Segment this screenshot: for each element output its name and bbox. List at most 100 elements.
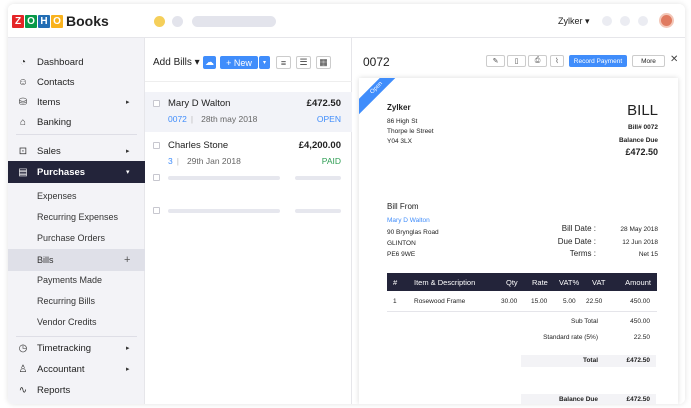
bill-number-label: Bill# 0072 <box>628 124 658 131</box>
row-checkbox[interactable] <box>153 207 160 214</box>
item-description: Rosewood Frame <box>414 298 466 305</box>
row-checkbox[interactable] <box>153 142 160 149</box>
more-button[interactable]: More <box>632 55 665 67</box>
std-rate-label: Standard rate (5%) <box>543 334 598 341</box>
reports-icon: ∿ <box>18 384 28 396</box>
edit-icon[interactable]: ✎ <box>486 55 505 67</box>
zoho-books-logo[interactable]: Z O H O Books <box>12 13 109 29</box>
sub-total-label: Sub Total <box>571 318 598 325</box>
vendor-address-line: PE6 9WE <box>387 251 416 258</box>
bill-meta: 0072 | 28th may 2018 <box>168 114 258 124</box>
sidebar-subitem-label: Expenses <box>37 191 77 201</box>
sidebar-subitem-label: Recurring Bills <box>37 296 96 306</box>
user-avatar[interactable] <box>659 13 674 28</box>
bill-amount: £472.50 <box>306 98 341 109</box>
loading-placeholder <box>295 176 341 180</box>
settings-icon[interactable] <box>638 16 648 26</box>
items-icon: ⛁ <box>18 96 28 108</box>
sidebar-item-accountant[interactable]: ♙ Accountant ▸ <box>8 359 145 379</box>
sidebar-subitem-bills[interactable]: Bills + <box>8 249 145 271</box>
sidebar-subitem-label: Recurring Expenses <box>37 212 119 222</box>
dashboard-icon: ◔ <box>19 56 27 68</box>
list-view-icon[interactable]: ☰ <box>296 56 311 69</box>
sidebar-item-banking[interactable]: ⌂ Banking <box>8 112 145 132</box>
top-bar: Z O H O Books Zylker ▾ <box>8 4 685 38</box>
chevron-right-icon: ▸ <box>126 366 130 373</box>
add-bills-dropdown[interactable]: Add Bills ▾ <box>153 57 200 68</box>
sales-icon: ⊡ <box>18 145 28 157</box>
sidebar-subitem-label: Payments Made <box>37 275 103 285</box>
bill-detail-title: 0072 <box>363 55 390 69</box>
new-dropdown-chevron-icon[interactable]: ▾ <box>259 56 270 69</box>
sidebar-item-items[interactable]: ⛁ Items ▸ <box>8 92 145 112</box>
sidebar: ◔ Dashboard ☺ Contacts ⛁ Items ▸ ⌂ Banki… <box>8 38 145 404</box>
sidebar-subitem-payments-made[interactable]: Payments Made <box>8 270 145 290</box>
loading-placeholder <box>168 209 280 213</box>
notifications-icon[interactable] <box>620 16 630 26</box>
add-bill-plus-icon[interactable]: + <box>124 254 130 266</box>
company-address-line: Thorpe le Street <box>387 128 434 135</box>
new-bill-button[interactable]: + New <box>220 56 258 69</box>
bill-row[interactable]: Charles Stone £4,200.00 3 | 29th Jan 2018 … <box>145 134 352 174</box>
attachment-icon[interactable]: ⌇ <box>550 55 564 67</box>
menu-icon[interactable]: ≡ <box>276 56 291 69</box>
terms-value: Net 15 <box>638 251 658 258</box>
organization-switcher[interactable]: Zylker ▾ <box>558 16 590 27</box>
table-view-icon[interactable]: ▦ <box>316 56 331 69</box>
bill-row[interactable]: Mary D Walton £472.50 0072 | 28th may 2018… <box>145 92 352 132</box>
sidebar-item-purchases[interactable]: ▤ Purchases ▾ <box>8 161 145 183</box>
vendor-name: Charles Stone <box>168 140 229 151</box>
item-qty: 30.00 <box>501 298 518 305</box>
bill-date-value: 28 May 2018 <box>620 226 658 233</box>
sidebar-item-sales[interactable]: ⊡ Sales ▸ <box>8 141 145 161</box>
sidebar-item-label: Accountant <box>37 363 85 375</box>
vendor-address-line: 90 Brynglas Road <box>387 229 439 236</box>
sidebar-item-reports[interactable]: ∿ Reports <box>8 380 145 400</box>
loading-placeholder <box>295 209 341 213</box>
search-input[interactable] <box>192 16 276 27</box>
column-header: Rate <box>532 278 548 287</box>
total-value: £472.50 <box>626 357 651 364</box>
sidebar-item-dashboard[interactable]: ◔ Dashboard <box>8 52 145 72</box>
sidebar-item-contacts[interactable]: ☺ Contacts <box>8 72 145 92</box>
upload-icon[interactable]: ☁ <box>203 56 216 69</box>
sidebar-subitem-vendor-credits[interactable]: Vendor Credits <box>8 312 145 332</box>
sub-total-value: 450.00 <box>630 318 650 325</box>
item-rate: 15.00 <box>531 298 548 305</box>
sidebar-subitem-recurring-bills[interactable]: Recurring Bills <box>8 291 145 311</box>
sidebar-subitem-label: Vendor Credits <box>37 317 97 327</box>
status-ribbon: Open <box>359 78 410 121</box>
accountant-icon: ♙ <box>18 363 28 375</box>
row-checkbox[interactable] <box>153 174 160 181</box>
list-header: Add Bills ▾ ☁ + New ▾ ≡ ☰ ▦ <box>145 38 352 82</box>
row-checkbox[interactable] <box>153 100 160 107</box>
notification-dot-icon[interactable] <box>154 16 165 27</box>
balance-due-label: Balance Due <box>618 137 658 144</box>
print-icon[interactable]: ⎙ <box>528 55 547 67</box>
sidebar-subitem-recurring-expenses[interactable]: Recurring Expenses <box>8 207 145 227</box>
bill-date-label: Bill Date : <box>561 224 596 233</box>
record-payment-button[interactable]: Record Payment <box>569 55 627 67</box>
due-date-label: Due Date : <box>557 237 596 246</box>
sidebar-item-label: Timetracking <box>37 342 92 354</box>
sidebar-item-label: Sales <box>37 145 61 157</box>
balance-due-row-label: Balance Due <box>558 396 598 403</box>
status-badge: PAID <box>321 156 341 166</box>
sidebar-item-timetracking[interactable]: ◷ Timetracking ▸ <box>8 338 145 358</box>
quick-create-icon[interactable] <box>602 16 612 26</box>
due-date-value: 12 Jun 2018 <box>622 239 658 246</box>
sidebar-subitem-expenses[interactable]: Expenses <box>8 186 145 206</box>
vendor-link[interactable]: Mary D Walton <box>387 217 430 224</box>
sidebar-subitem-purchase-orders[interactable]: Purchase Orders <box>8 228 145 248</box>
balance-due-row-value: £472.50 <box>626 396 651 403</box>
item-vat-percent: 5.00 <box>563 298 576 305</box>
sidebar-item-label: Items <box>37 96 61 108</box>
close-icon[interactable]: ✕ <box>670 54 678 65</box>
pdf-icon[interactable]: ▯ <box>507 55 526 67</box>
chevron-down-icon: ▾ <box>126 169 130 176</box>
logo-letter: Z <box>12 14 24 28</box>
status-badge: OPEN <box>316 114 341 124</box>
column-header: Item & Description <box>414 278 476 287</box>
terms-label: Terms : <box>569 249 596 258</box>
status-dot-icon[interactable] <box>172 16 183 27</box>
